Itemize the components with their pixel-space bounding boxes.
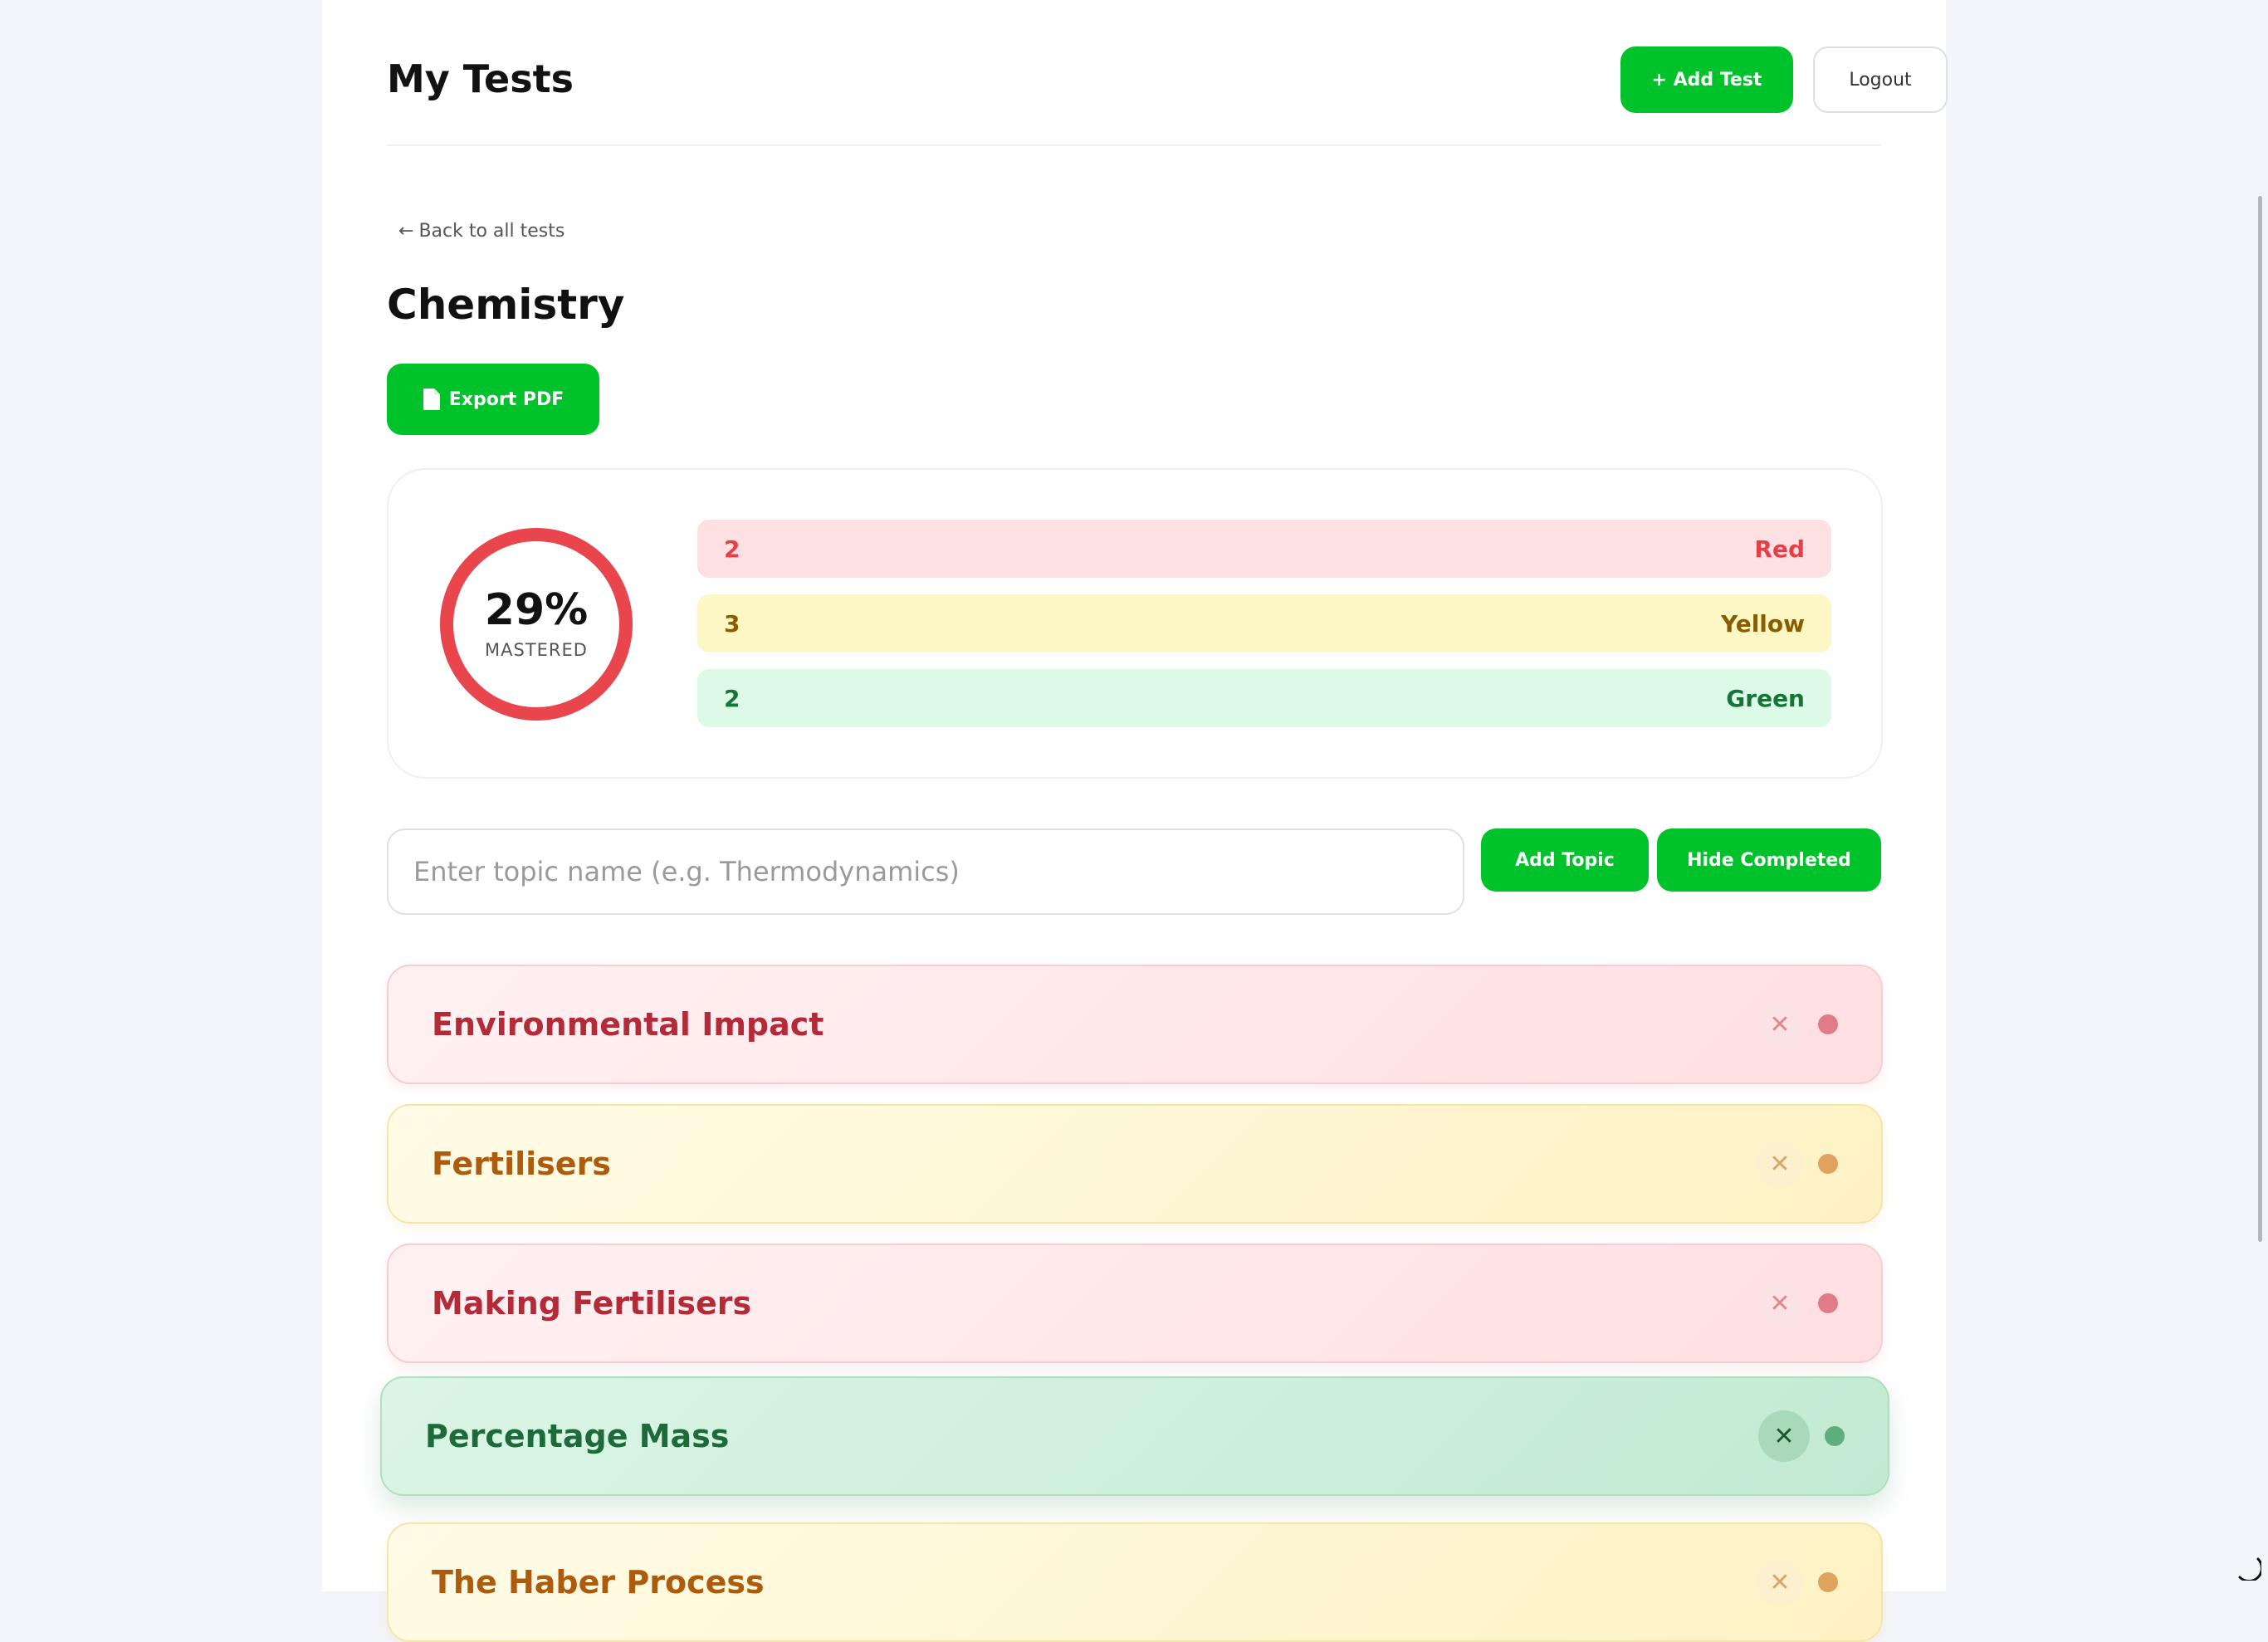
topic-card[interactable]: The Haber Process ✕ [387,1522,1883,1642]
topic-card[interactable]: Environmental Impact ✕ [387,965,1883,1084]
status-dot-icon[interactable] [1818,1293,1838,1313]
yellow-count: 3 [724,609,741,638]
topic-name: Environmental Impact [432,1006,824,1043]
back-link[interactable]: ← Back to all tests [398,221,565,242]
mastery-label: MASTERED [485,640,588,660]
page-title: Chemistry [387,281,625,329]
status-dot-icon[interactable] [1818,1014,1838,1034]
close-icon[interactable]: ✕ [1757,1559,1803,1605]
topic-name: Making Fertilisers [432,1285,752,1322]
green-count-bar: 2 Green [697,669,1831,727]
yellow-count-bar: 3 Yellow [697,594,1831,652]
app-title: My Tests [387,56,574,101]
topic-card[interactable]: Making Fertilisers ✕ [387,1244,1883,1363]
red-label: Red [1754,535,1805,563]
red-count-bar: 2 Red [697,520,1831,578]
topic-name: Fertilisers [432,1146,611,1182]
red-count: 2 [724,535,741,563]
topic-name: Percentage Mass [425,1418,730,1454]
topic-card[interactable]: Fertilisers ✕ [387,1104,1883,1224]
green-count: 2 [724,684,741,712]
add-test-button[interactable]: + Add Test [1620,46,1793,113]
topic-card[interactable]: Percentage Mass ✕ [380,1376,1889,1496]
close-icon[interactable]: ✕ [1757,1141,1803,1187]
document-icon [423,389,440,410]
mastery-percent: 29% [484,585,589,635]
green-label: Green [1726,684,1805,712]
hide-completed-button[interactable]: Hide Completed [1657,828,1881,892]
yellow-label: Yellow [1721,609,1805,638]
status-dot-icon[interactable] [1818,1572,1838,1592]
mastery-summary-card: 29% MASTERED 2 Red 3 Yellow 2 Green [387,468,1883,779]
app-header: My Tests + Add Test Logout [387,0,1948,146]
close-icon[interactable]: ✕ [1757,1280,1803,1327]
page-container: My Tests + Add Test Logout ← Back to all… [322,0,1948,1642]
left-arrow-icon: ← [398,221,414,242]
close-icon[interactable]: ✕ [1758,1410,1810,1462]
export-pdf-label: Export PDF [448,389,565,410]
loading-spinner-icon [2238,1557,2261,1581]
add-topic-button[interactable]: Add Topic [1481,828,1649,892]
export-pdf-button[interactable]: Export PDF [387,364,599,435]
close-icon[interactable]: ✕ [1757,1001,1803,1048]
back-link-label: Back to all tests [418,221,565,242]
topic-name: The Haber Process [432,1564,765,1600]
logout-button[interactable]: Logout [1813,46,1948,113]
topic-name-input[interactable] [387,828,1464,915]
status-dot-icon[interactable] [1818,1154,1838,1174]
mastery-readout: 29% MASTERED [440,528,633,721]
status-dot-icon[interactable] [1825,1426,1845,1446]
scrollbar[interactable] [2258,196,2262,1242]
